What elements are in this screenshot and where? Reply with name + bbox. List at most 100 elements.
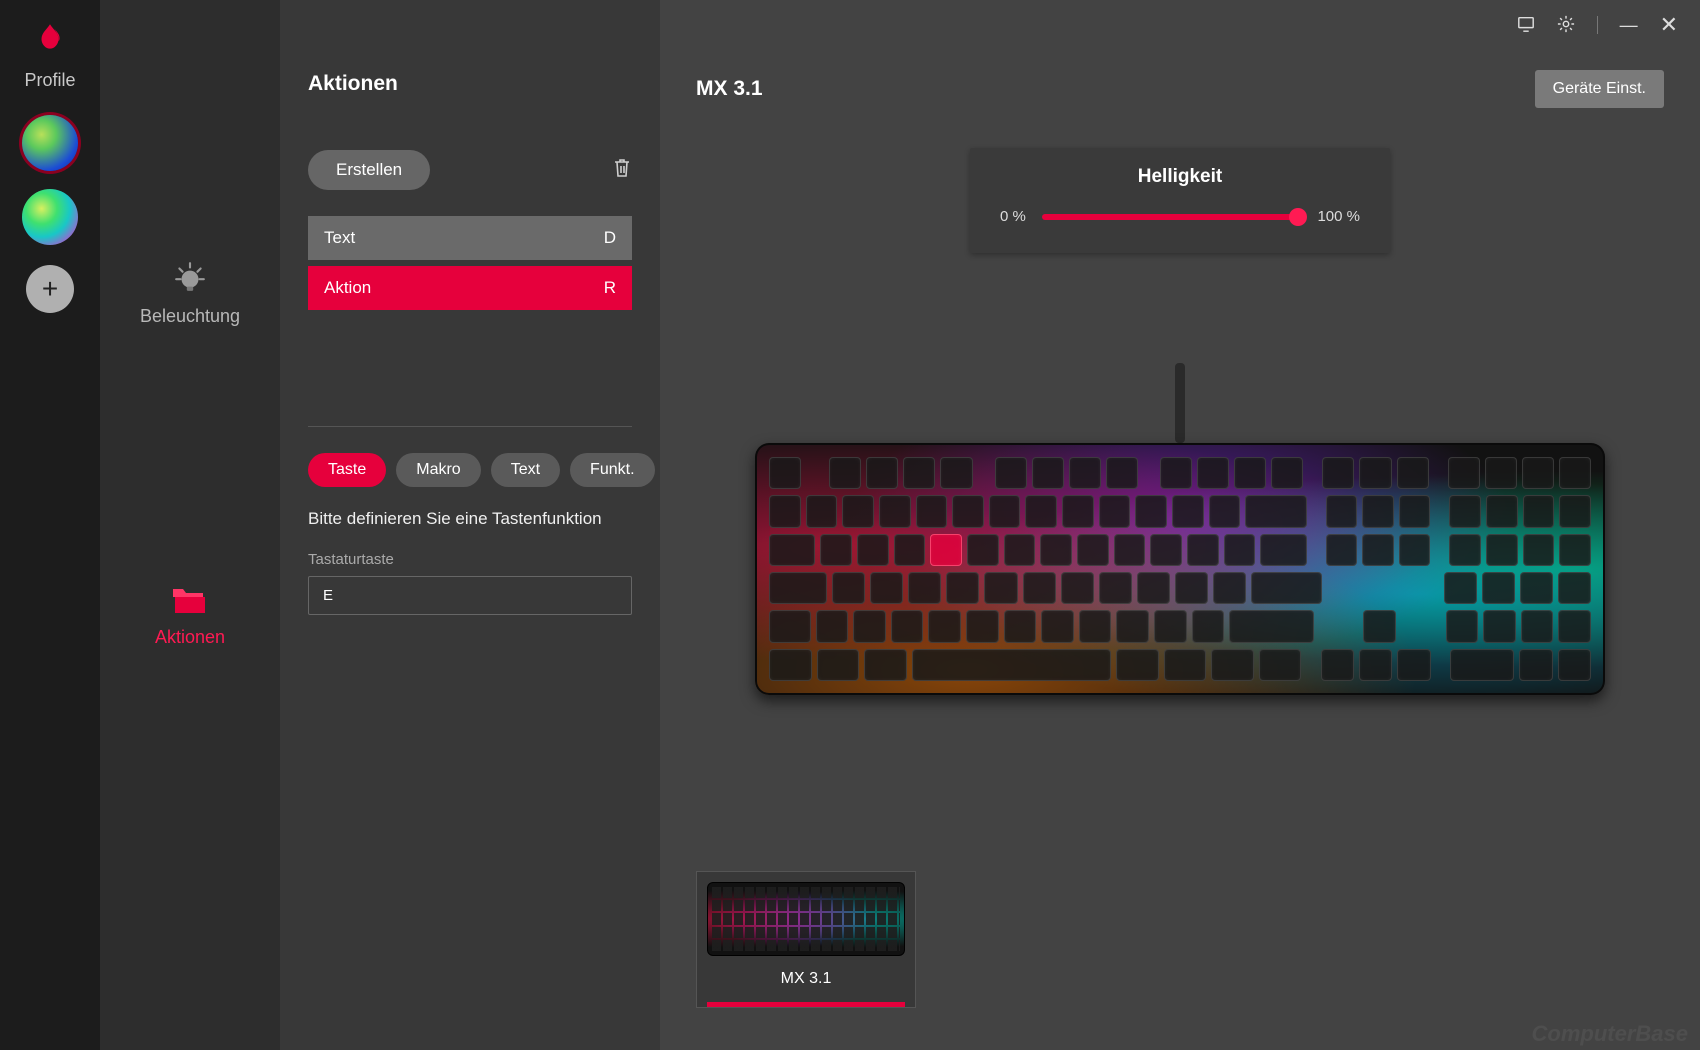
key[interactable] [1486,534,1518,566]
key[interactable] [1559,534,1591,566]
key[interactable] [1321,649,1354,681]
settings-button[interactable] [1557,15,1575,36]
key[interactable] [1116,649,1159,681]
key[interactable] [1483,610,1516,642]
key[interactable] [1023,572,1056,604]
key[interactable] [1444,572,1477,604]
key[interactable] [769,649,812,681]
key[interactable] [1229,610,1314,642]
tab-macro[interactable]: Makro [396,453,480,487]
key[interactable] [857,534,889,566]
key[interactable] [1558,610,1591,642]
key[interactable] [1486,495,1518,527]
key[interactable] [1224,534,1256,566]
key[interactable] [769,457,801,489]
key[interactable] [995,457,1027,489]
tab-key[interactable]: Taste [308,453,386,487]
key[interactable] [866,457,898,489]
tab-text[interactable]: Text [491,453,560,487]
create-button[interactable]: Erstellen [308,150,430,190]
key[interactable] [952,495,984,527]
key-input[interactable] [308,576,632,615]
add-profile-button[interactable]: + [26,265,74,313]
key[interactable] [1362,534,1394,566]
key[interactable] [1449,534,1481,566]
key[interactable] [1485,457,1517,489]
key[interactable] [912,649,1111,681]
key[interactable] [946,572,979,604]
key[interactable] [1187,534,1219,566]
key[interactable] [1523,495,1555,527]
key[interactable] [916,495,948,527]
key[interactable] [940,457,972,489]
key[interactable] [1397,457,1429,489]
key[interactable] [989,495,1021,527]
key[interactable] [769,610,811,642]
key[interactable] [816,610,849,642]
key[interactable] [1397,649,1430,681]
key[interactable] [1523,534,1555,566]
key[interactable] [1559,495,1591,527]
delete-button[interactable] [612,157,632,184]
brightness-slider[interactable] [1042,214,1302,220]
action-item-text[interactable]: Text D [308,216,632,260]
key[interactable] [806,495,838,527]
key[interactable] [829,457,861,489]
key[interactable] [1079,610,1112,642]
key[interactable] [1520,572,1553,604]
key[interactable] [817,649,860,681]
key[interactable] [1211,649,1254,681]
key[interactable] [1135,495,1167,527]
key[interactable] [908,572,941,604]
key[interactable] [1154,610,1187,642]
key[interactable] [1234,457,1266,489]
key[interactable] [1099,572,1132,604]
key[interactable] [1160,457,1192,489]
key[interactable] [1106,457,1138,489]
nav-actions[interactable]: Aktionen [155,587,225,648]
key[interactable] [1271,457,1303,489]
key[interactable] [1197,457,1229,489]
key[interactable] [1363,610,1396,642]
key[interactable] [1175,572,1208,604]
key[interactable] [1192,610,1225,642]
key[interactable] [1069,457,1101,489]
key[interactable] [1519,649,1552,681]
key[interactable] [1041,610,1074,642]
key[interactable] [1004,610,1037,642]
key[interactable] [1004,534,1036,566]
key[interactable] [1326,534,1358,566]
key[interactable] [1522,457,1554,489]
key[interactable] [1116,610,1149,642]
key[interactable] [966,610,999,642]
key[interactable] [1399,534,1431,566]
key[interactable] [1061,572,1094,604]
key[interactable] [769,572,827,604]
keyboard-body[interactable] [755,443,1605,695]
key[interactable] [967,534,999,566]
key[interactable] [1099,495,1131,527]
key[interactable] [879,495,911,527]
device-thumb[interactable]: MX 3.1 [696,871,916,1008]
tab-func[interactable]: Funkt. [570,453,654,487]
key[interactable] [842,495,874,527]
action-item-action[interactable]: Aktion R [308,266,632,310]
key[interactable] [1446,610,1479,642]
key[interactable] [769,534,815,566]
key[interactable] [1259,649,1302,681]
key[interactable] [1150,534,1182,566]
key[interactable] [1077,534,1109,566]
key[interactable] [1062,495,1094,527]
key[interactable] [769,495,801,527]
key[interactable] [832,572,865,604]
key[interactable] [1172,495,1204,527]
key[interactable] [820,534,852,566]
key[interactable] [1164,649,1207,681]
key[interactable] [1449,495,1481,527]
key[interactable] [903,457,935,489]
key[interactable] [1399,495,1431,527]
key[interactable] [1558,649,1591,681]
key[interactable] [891,610,924,642]
key[interactable] [1209,495,1241,527]
key[interactable] [1040,534,1072,566]
